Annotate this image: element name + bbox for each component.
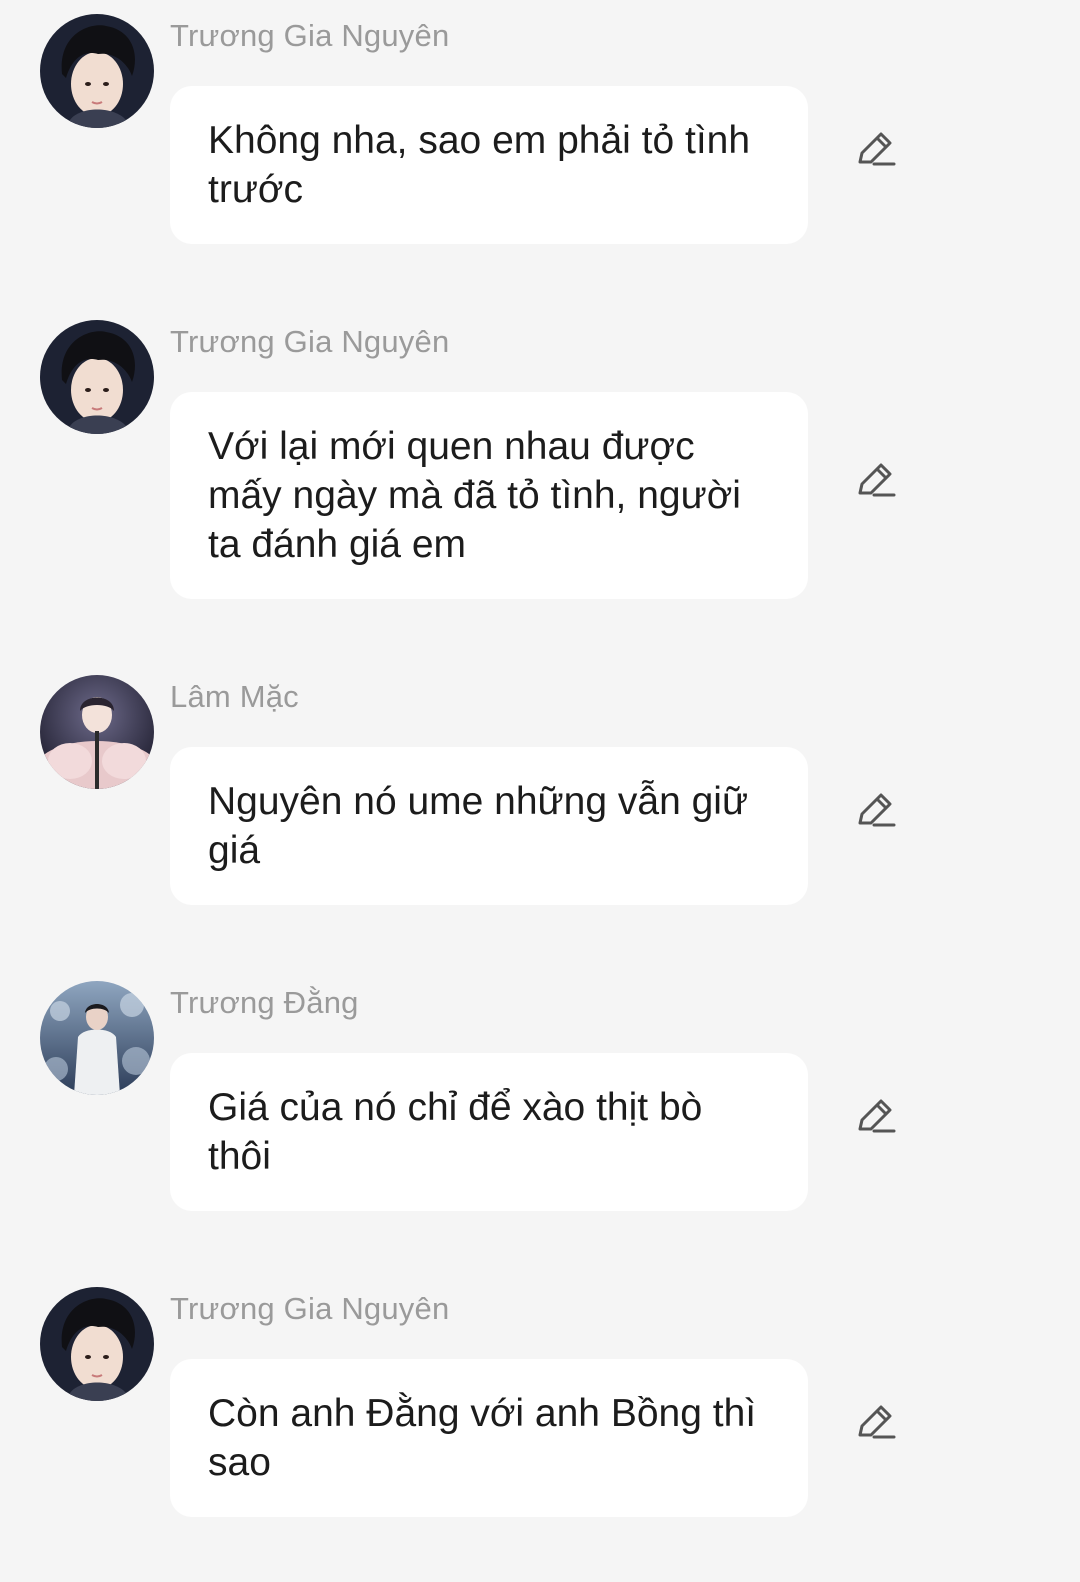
pencil-icon[interactable]: [852, 787, 898, 833]
pencil-icon[interactable]: [852, 1399, 898, 1445]
message-bubble[interactable]: Còn anh Đằng với anh Bồng thì sao: [170, 1359, 808, 1517]
sender-name: Trương Gia Nguyên: [170, 1291, 450, 1326]
message-bubble[interactable]: Với lại mới quen nhau được mấy ngày mà đ…: [170, 392, 808, 599]
message-bubble[interactable]: Giá của nó chỉ để xào thịt bò thôi: [170, 1053, 808, 1211]
pencil-icon[interactable]: [852, 126, 898, 172]
sender-name: Lâm Mặc: [170, 679, 299, 714]
message-bubble[interactable]: Không nha, sao em phải tỏ tình trước: [170, 86, 808, 244]
avatar-portrait-icon: [40, 14, 154, 128]
avatar[interactable]: [40, 320, 154, 434]
avatar[interactable]: [40, 1287, 154, 1401]
avatar[interactable]: [40, 14, 154, 128]
pencil-icon[interactable]: [852, 457, 898, 503]
avatar[interactable]: [40, 981, 154, 1095]
avatar[interactable]: [40, 675, 154, 789]
sender-name: Trương Gia Nguyên: [170, 18, 450, 53]
avatar-white-jacket-snow-icon: [40, 981, 154, 1095]
message-bubble[interactable]: Nguyên nó ume những vẫn giữ giá: [170, 747, 808, 905]
chat-thread: Trương Gia Nguyên Không nha, sao em phải…: [0, 0, 1080, 1582]
sender-name: Trương Đằng: [170, 985, 359, 1020]
avatar-stage-performer-icon: [40, 675, 154, 789]
avatar-portrait-icon: [40, 320, 154, 434]
sender-name: Trương Gia Nguyên: [170, 324, 450, 359]
pencil-icon[interactable]: [852, 1093, 898, 1139]
avatar-portrait-icon: [40, 1287, 154, 1401]
